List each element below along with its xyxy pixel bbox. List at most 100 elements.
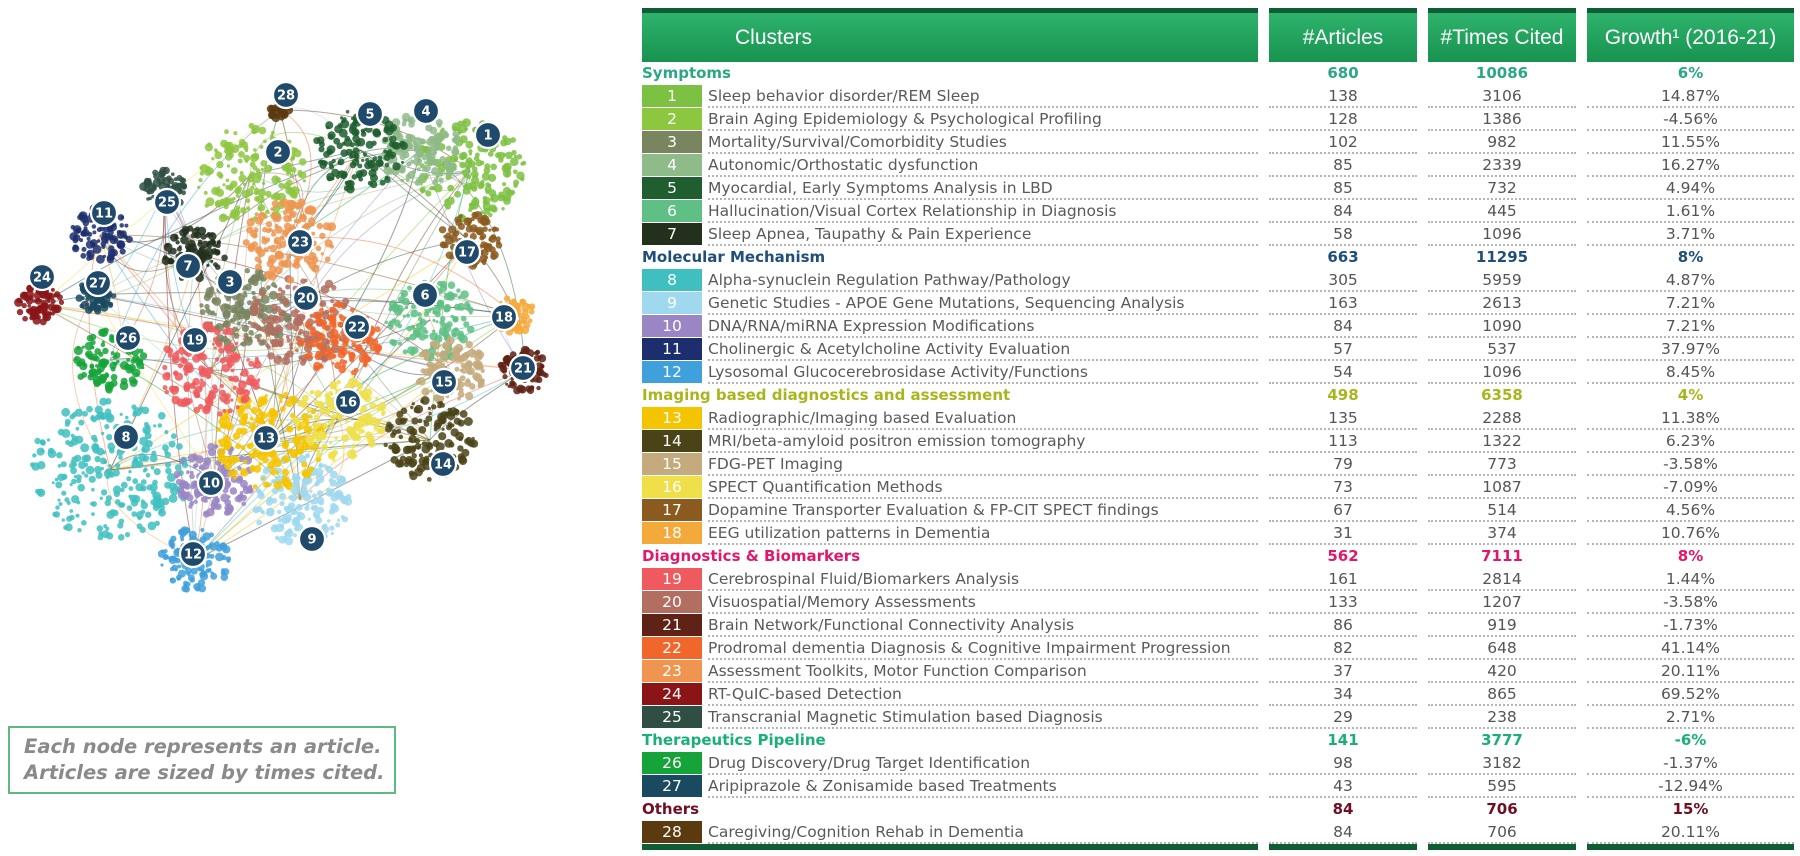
article-node bbox=[447, 184, 455, 192]
article-node bbox=[232, 385, 237, 390]
article-node bbox=[462, 118, 471, 127]
article-node bbox=[87, 373, 95, 381]
article-node bbox=[261, 476, 265, 480]
article-node bbox=[466, 361, 473, 369]
cluster-number: 9 bbox=[642, 292, 702, 314]
article-node bbox=[61, 518, 65, 522]
article-node bbox=[257, 378, 261, 382]
article-node bbox=[256, 416, 265, 425]
article-node bbox=[84, 341, 94, 351]
article-node bbox=[206, 545, 210, 550]
article-node bbox=[309, 415, 313, 419]
category-cited: 7111 bbox=[1481, 547, 1523, 565]
article-node bbox=[262, 181, 266, 185]
article-node bbox=[317, 506, 325, 514]
article-node bbox=[488, 212, 493, 218]
article-node bbox=[55, 505, 60, 510]
cluster-number: 22 bbox=[642, 637, 702, 659]
article-node bbox=[457, 391, 465, 398]
article-node bbox=[384, 320, 388, 324]
article-node bbox=[384, 120, 394, 130]
article-node bbox=[102, 459, 108, 464]
article-node bbox=[414, 180, 421, 186]
article-node bbox=[457, 419, 465, 427]
cluster-cited: 865 bbox=[1487, 685, 1517, 703]
article-node bbox=[105, 475, 110, 480]
cluster-number: 16 bbox=[642, 476, 702, 498]
article-node bbox=[317, 332, 326, 342]
article-node bbox=[261, 318, 268, 324]
article-node bbox=[520, 162, 525, 166]
article-node bbox=[253, 465, 262, 473]
article-node bbox=[75, 513, 80, 518]
cluster-cited: 648 bbox=[1487, 639, 1517, 657]
article-node bbox=[454, 216, 462, 224]
article-node bbox=[314, 390, 323, 398]
article-node bbox=[91, 443, 100, 452]
article-node bbox=[410, 350, 416, 356]
cluster-label-16: 16 bbox=[333, 387, 363, 417]
cluster-growth: 1.44% bbox=[1665, 570, 1716, 588]
article-node bbox=[248, 360, 255, 367]
article-node bbox=[543, 372, 549, 378]
article-node bbox=[278, 394, 284, 400]
cluster-label-22: 22 bbox=[342, 312, 372, 342]
article-node bbox=[276, 292, 283, 300]
article-node bbox=[108, 472, 115, 478]
article-node bbox=[375, 396, 379, 400]
cluster-cited: 595 bbox=[1487, 777, 1517, 795]
article-node bbox=[270, 303, 278, 311]
cluster-table: Clusters #Articles #Times Cited Growth¹ … bbox=[642, 8, 1794, 850]
article-node bbox=[123, 235, 128, 239]
article-node bbox=[60, 461, 67, 468]
article-node bbox=[138, 453, 147, 462]
article-node bbox=[186, 470, 190, 475]
cluster-label-25: 25 bbox=[152, 187, 182, 217]
article-node bbox=[400, 178, 405, 183]
article-node bbox=[332, 449, 339, 456]
article-node bbox=[438, 432, 447, 441]
article-node bbox=[119, 223, 124, 228]
article-node bbox=[282, 210, 288, 216]
category-articles: 663 bbox=[1327, 248, 1359, 266]
cluster-label: Drug Discovery/Drug Target Identificatio… bbox=[708, 754, 1031, 772]
cluster-cited: 2814 bbox=[1482, 570, 1522, 588]
cluster-label-text: 3 bbox=[225, 276, 234, 291]
article-node bbox=[100, 431, 105, 436]
article-node bbox=[316, 452, 322, 459]
article-node bbox=[118, 230, 122, 234]
article-node bbox=[86, 405, 93, 413]
article-node bbox=[510, 137, 516, 143]
article-node bbox=[501, 207, 505, 211]
article-node bbox=[505, 151, 513, 160]
article-node bbox=[338, 337, 342, 341]
article-node bbox=[361, 429, 365, 434]
article-node bbox=[39, 299, 43, 302]
cluster-cited: 1386 bbox=[1482, 110, 1522, 128]
table-row: 18 EEG utilization patterns in Dementia 31… bbox=[642, 522, 1794, 545]
article-node bbox=[30, 462, 35, 468]
article-node bbox=[302, 492, 312, 502]
article-node bbox=[331, 361, 335, 365]
cluster-label-text: 2 bbox=[273, 146, 282, 161]
article-node bbox=[241, 324, 249, 332]
article-node bbox=[319, 232, 326, 240]
cluster-growth: -4.56% bbox=[1663, 110, 1718, 128]
article-node bbox=[98, 298, 107, 306]
category-articles: 498 bbox=[1327, 386, 1359, 404]
article-node bbox=[237, 158, 243, 164]
article-node bbox=[457, 381, 465, 388]
article-node bbox=[183, 585, 191, 593]
article-node bbox=[439, 130, 449, 139]
cluster-label: Alpha-synuclein Regulation Pathway/Patho… bbox=[708, 271, 1071, 289]
article-node bbox=[254, 359, 260, 365]
category-growth: 6% bbox=[1677, 64, 1704, 82]
article-node bbox=[192, 463, 198, 469]
cluster-label-text: 5 bbox=[365, 108, 374, 123]
article-node bbox=[216, 160, 224, 169]
cluster-label-2: 2 bbox=[263, 137, 293, 167]
article-node bbox=[206, 508, 215, 517]
article-node bbox=[419, 138, 426, 145]
article-node bbox=[322, 348, 330, 357]
article-node bbox=[516, 154, 523, 160]
